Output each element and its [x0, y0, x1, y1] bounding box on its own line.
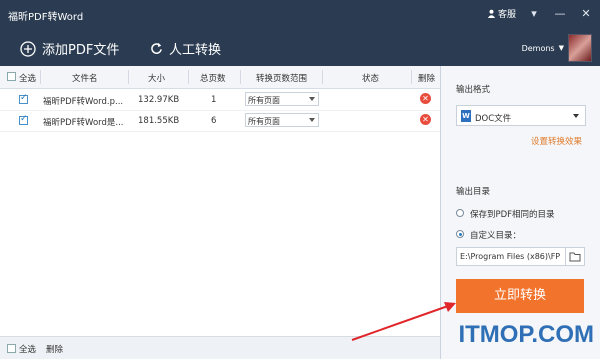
row-checkbox[interactable]	[19, 114, 28, 125]
row-filename: 福昕PDF转Word.p...	[43, 97, 124, 107]
row-checkbox[interactable]	[19, 93, 28, 104]
toolbar: 添加PDF文件 人工转换 Demons ▼	[0, 30, 600, 66]
page-range-value: 所有页面	[248, 96, 280, 105]
custom-path-input[interactable]: E:\Program Files (x86)\FP	[456, 247, 566, 266]
add-pdf-label: 添加PDF文件	[42, 43, 120, 58]
column-divider	[128, 70, 129, 84]
header-size: 大小	[148, 74, 166, 84]
header-delete: 删除	[418, 74, 436, 84]
manual-convert-button[interactable]: 人工转换	[150, 39, 221, 58]
refresh-icon	[151, 42, 162, 54]
column-divider	[411, 70, 412, 84]
row-size: 132.97KB	[138, 95, 180, 105]
column-divider	[322, 70, 323, 84]
same-dir-label: 保存到PDF相同的目录	[470, 210, 555, 220]
chevron-down-icon: ▼	[558, 44, 564, 52]
add-pdf-button[interactable]: 添加PDF文件	[20, 39, 119, 58]
output-format-value: DOC文件	[475, 114, 512, 124]
table-row[interactable]: 福昕PDF转Word是... 181.55KB 6 所有页面 ✕	[0, 110, 440, 132]
row-filename: 福昕PDF转Word是...	[43, 118, 124, 128]
manual-convert-label: 人工转换	[169, 43, 222, 58]
chevron-down-icon	[309, 97, 315, 101]
header-filename: 文件名	[72, 74, 98, 84]
table-header: 全选 文件名 大小 总页数 转换页数范围 状态 删除	[0, 66, 440, 89]
file-table: 全选 文件名 大小 总页数 转换页数范围 状态 删除 福昕PDF转Word.p.…	[0, 66, 441, 359]
customer-service-button[interactable]: 客服	[487, 7, 516, 20]
column-divider	[40, 70, 41, 84]
column-divider	[188, 70, 189, 84]
custom-dir-label: 自定义目录：	[470, 231, 522, 241]
chevron-down-icon	[309, 118, 315, 122]
output-format-select[interactable]: W DOC文件	[456, 105, 586, 126]
chevron-down-icon	[573, 114, 579, 118]
window-controls: 客服 ▾ — ✕	[487, 5, 594, 21]
avatar	[568, 34, 592, 62]
header-pages: 总页数	[200, 74, 226, 84]
column-divider	[240, 70, 241, 84]
footer-select-all-label: 全选	[19, 345, 37, 355]
browse-folder-button[interactable]	[565, 247, 585, 266]
select-all-checkbox[interactable]	[7, 72, 16, 81]
minimize-button[interactable]: —	[552, 5, 568, 21]
page-range-select[interactable]: 所有页面	[245, 92, 319, 106]
username: Demons	[521, 43, 555, 53]
page-range-select[interactable]: 所有页面	[245, 113, 319, 127]
header-range: 转换页数范围	[256, 74, 308, 84]
header-status: 状态	[362, 74, 380, 84]
delete-icon[interactable]: ✕	[420, 114, 431, 125]
close-button[interactable]: ✕	[578, 5, 594, 21]
folder-icon	[569, 252, 581, 262]
user-account[interactable]: Demons ▼	[522, 34, 592, 62]
delete-icon[interactable]: ✕	[420, 93, 431, 104]
conversion-settings-link[interactable]: 设置转换效果	[531, 135, 582, 147]
page-range-value: 所有页面	[248, 117, 280, 126]
footer-select-all-checkbox[interactable]	[7, 344, 16, 353]
row-pages: 6	[211, 116, 217, 126]
watermark: ITMOP.COM	[458, 321, 594, 348]
footer-delete-button[interactable]: 删除	[46, 343, 63, 355]
word-doc-icon: W	[461, 110, 471, 122]
row-pages: 1	[211, 95, 217, 105]
user-icon	[487, 9, 496, 18]
table-footer: 全选 删除	[0, 336, 440, 359]
output-format-label: 输出格式	[456, 85, 491, 95]
table-row[interactable]: 福昕PDF转Word.p... 132.97KB 1 所有页面 ✕	[0, 89, 440, 111]
header-select-all: 全选	[19, 74, 37, 84]
same-dir-radio[interactable]	[456, 209, 464, 217]
add-circle-icon	[20, 40, 36, 57]
dropdown-menu-button[interactable]: ▾	[526, 5, 542, 21]
title-bar: 福昕PDF转Word 客服 ▾ — ✕	[0, 0, 600, 30]
convert-now-button[interactable]: 立即转换	[456, 279, 584, 313]
app-title: 福昕PDF转Word	[8, 12, 84, 23]
row-size: 181.55KB	[138, 116, 180, 126]
output-dir-label: 输出目录	[456, 187, 491, 197]
settings-panel: 输出格式 W DOC文件 设置转换效果 输出目录 保存到PDF相同的目录 自定义…	[441, 66, 600, 359]
customer-service-label: 客服	[497, 9, 516, 20]
custom-dir-radio[interactable]	[456, 230, 464, 238]
